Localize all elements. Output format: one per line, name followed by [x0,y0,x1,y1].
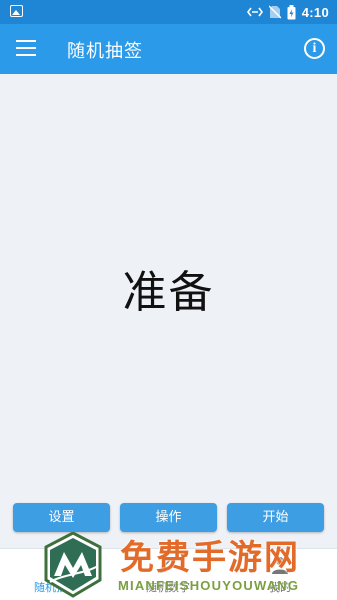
no-sim-icon [268,5,281,19]
image-notification-icon [10,5,23,17]
action-button-row: 设置 操作 开始 [0,503,337,533]
main-content: 准备 [0,74,337,548]
nav-label: 随机数字 [146,581,190,594]
data-transfer-icon [246,7,263,17]
start-button[interactable]: 开始 [227,503,324,532]
app-bar: 随机抽签 i [0,24,337,74]
nav-item-random-number[interactable]: 随机数字 [118,553,218,599]
bottom-navigation: 随机抽签 随机数字 我的 [0,548,337,600]
nav-label: 随机抽签 [34,581,78,594]
page-title: 随机抽签 [67,41,143,62]
edit-icon [159,557,176,574]
nav-item-mine[interactable]: 我的 [230,553,330,599]
person-icon [272,557,288,574]
status-icons: 4:10 [246,4,329,20]
status-bar: 4:10 [0,0,337,24]
info-icon[interactable]: i [304,38,325,59]
shuffle-icon [47,559,65,571]
menu-icon[interactable] [16,40,36,56]
nav-label: 我的 [269,581,291,594]
operate-button[interactable]: 操作 [120,503,217,532]
draw-result-text: 准备 [122,267,215,318]
clock-time: 4:10 [301,4,329,20]
settings-button[interactable]: 设置 [13,503,110,532]
battery-charging-icon [287,4,296,19]
nav-item-random-draw[interactable]: 随机抽签 [6,553,106,599]
